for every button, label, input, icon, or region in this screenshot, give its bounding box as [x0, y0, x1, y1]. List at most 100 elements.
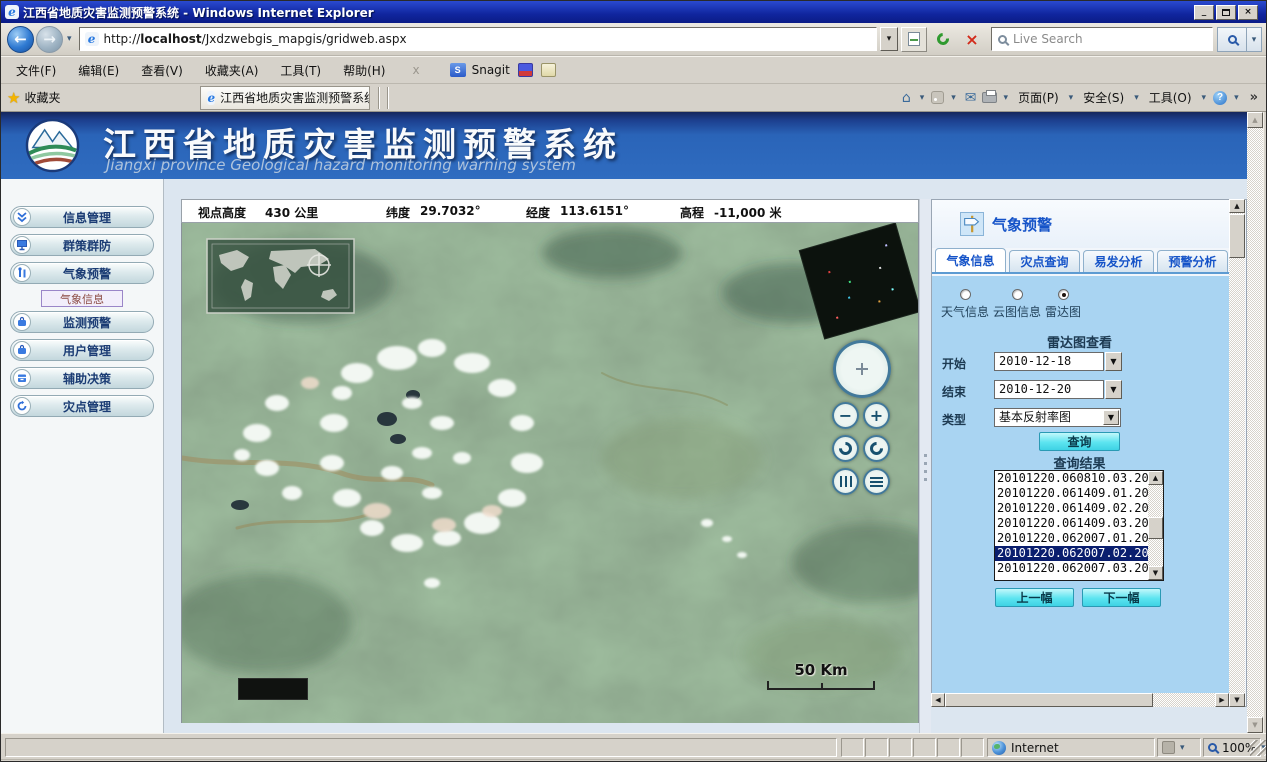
- maximize-button[interactable]: [1216, 5, 1236, 20]
- zoom-out-button[interactable]: −: [832, 402, 859, 429]
- radio-option-weather[interactable]: 天气信息: [939, 289, 991, 320]
- page-scrollbar[interactable]: ▲ ▼: [1247, 112, 1263, 733]
- pan-down-icon[interactable]: [855, 378, 869, 392]
- search-go-button[interactable]: [1217, 27, 1247, 52]
- compatibility-view-button[interactable]: [901, 27, 927, 52]
- sidebar-subitem-weather-info[interactable]: 气象信息: [41, 290, 123, 307]
- tools-menu-dropdown[interactable]: ▾: [1198, 93, 1211, 103]
- feeds-dropdown[interactable]: ▾: [947, 93, 960, 103]
- chevron-down-icon[interactable]: ▼: [1103, 410, 1119, 425]
- end-date-dropdown[interactable]: ▼: [1105, 380, 1122, 399]
- pan-control[interactable]: [833, 340, 891, 398]
- result-row[interactable]: 20101220.062007.01.20.: [995, 531, 1163, 546]
- list-scrollbar[interactable]: ▲ ▼: [1148, 471, 1163, 580]
- sidebar-item-group-prevention[interactable]: 群策群防: [10, 234, 154, 256]
- result-row[interactable]: 20101220.061409.02.20.: [995, 501, 1163, 516]
- scroll-right-icon[interactable]: ▶: [1215, 693, 1229, 707]
- snagit-editor-button[interactable]: [541, 63, 556, 77]
- sidebar-item-disaster-management[interactable]: 灾点管理: [10, 395, 154, 417]
- read-mail-button[interactable]: ✉: [963, 90, 979, 106]
- menu-file[interactable]: 文件(F): [5, 58, 67, 83]
- panel-horizontal-scrollbar[interactable]: ◀ ▶: [931, 693, 1229, 707]
- result-row[interactable]: 20101220.061409.03.20.: [995, 516, 1163, 531]
- rotate-ccw-button[interactable]: [832, 435, 859, 462]
- forward-button[interactable]: →: [36, 26, 63, 53]
- result-row[interactable]: 20101220.062007.03.20.: [995, 561, 1163, 576]
- help-button[interactable]: ?: [1213, 91, 1227, 105]
- start-date-input[interactable]: 2010-12-18: [994, 352, 1104, 371]
- menu-view[interactable]: 查看(V): [130, 58, 194, 83]
- radio-option-cloud[interactable]: 云图信息: [991, 289, 1043, 320]
- result-row[interactable]: 20101220.060810.03.20.: [995, 471, 1163, 486]
- pan-up-icon[interactable]: [855, 346, 869, 360]
- results-listbox[interactable]: 20101220.060810.03.20. 20101220.061409.0…: [994, 470, 1164, 581]
- address-input[interactable]: e http://localhost/Jxdzwebgis_mapgis/gri…: [79, 27, 877, 51]
- radio-option-radar[interactable]: 雷达图: [1037, 289, 1089, 320]
- close-button[interactable]: ×: [1238, 5, 1258, 20]
- start-date-dropdown[interactable]: ▼: [1105, 352, 1122, 371]
- zoom-in-button[interactable]: +: [863, 402, 890, 429]
- tab-current-page[interactable]: e 江西省地质灾害监测预警系统: [200, 86, 370, 110]
- address-dropdown[interactable]: ▾: [880, 27, 898, 51]
- toolbar-overflow-button[interactable]: »: [1246, 90, 1262, 105]
- favorites-button[interactable]: 收藏夹: [24, 89, 60, 106]
- pan-left-icon[interactable]: [839, 362, 853, 376]
- radio-icon[interactable]: [1012, 289, 1023, 300]
- result-row[interactable]: 20101220.062007.02.20.: [995, 546, 1163, 561]
- next-image-button[interactable]: 下一幅: [1082, 588, 1161, 607]
- print-button[interactable]: [982, 92, 997, 103]
- history-dropdown[interactable]: ▾: [63, 34, 76, 44]
- tab-warning-analysis[interactable]: 预警分析: [1157, 250, 1228, 272]
- map-panel-splitter[interactable]: [919, 199, 931, 733]
- map-canvas[interactable]: 50 Km − +: [181, 223, 919, 723]
- scroll-up-icon[interactable]: ▲: [1148, 471, 1163, 485]
- menu-tools[interactable]: 工具(T): [269, 58, 332, 83]
- menu-edit[interactable]: 编辑(E): [67, 58, 130, 83]
- sidebar-item-weather-warning[interactable]: 气象预警: [10, 262, 154, 284]
- tab-weather-info[interactable]: 气象信息: [935, 248, 1006, 272]
- tools-menu-button[interactable]: 工具(O): [1146, 89, 1195, 106]
- panel-vertical-scrollbar[interactable]: ▲ ▼: [1229, 199, 1245, 707]
- scroll-down-icon[interactable]: ▼: [1148, 566, 1163, 580]
- scroll-left-icon[interactable]: ◀: [931, 693, 945, 707]
- scroll-up-icon[interactable]: ▲: [1229, 199, 1245, 213]
- scroll-down-icon[interactable]: ▼: [1247, 717, 1263, 733]
- refresh-button[interactable]: [930, 27, 956, 52]
- stop-button[interactable]: ×: [959, 27, 985, 52]
- sidebar-item-monitoring-warning[interactable]: 监测预警: [10, 311, 154, 333]
- title-bar[interactable]: e 江西省地质灾害监测预警系统 - Windows Internet Explo…: [1, 1, 1267, 23]
- print-dropdown[interactable]: ▾: [1000, 93, 1013, 103]
- scroll-thumb[interactable]: [1148, 517, 1163, 539]
- home-dropdown[interactable]: ▾: [916, 93, 929, 103]
- protected-mode-cell[interactable]: ▾: [1157, 738, 1201, 757]
- rotate-cw-button[interactable]: [863, 435, 890, 462]
- pan-right-icon[interactable]: [871, 362, 885, 376]
- scroll-up-icon[interactable]: ▲: [1247, 112, 1263, 128]
- scroll-down-icon[interactable]: ▼: [1229, 693, 1245, 707]
- result-row[interactable]: 20101220.061409.01.20.: [995, 486, 1163, 501]
- scroll-thumb[interactable]: [1229, 214, 1245, 258]
- snagit-toolbar[interactable]: S Snagit: [450, 63, 510, 77]
- end-date-input[interactable]: 2010-12-20: [994, 380, 1104, 399]
- tab-susceptibility-analysis[interactable]: 易发分析: [1083, 250, 1154, 272]
- sidebar-item-info-management[interactable]: 信息管理: [10, 206, 154, 228]
- snagit-capture-button[interactable]: [518, 63, 533, 77]
- type-select[interactable]: 基本反射率图 ▼: [994, 408, 1121, 427]
- page-menu-button[interactable]: 页面(P): [1015, 89, 1062, 106]
- radio-icon[interactable]: [960, 289, 971, 300]
- tilt-button[interactable]: [832, 468, 859, 495]
- chevron-down-icon[interactable]: ▾: [1180, 743, 1185, 753]
- radio-icon[interactable]: [1058, 289, 1069, 300]
- scroll-thumb[interactable]: [945, 693, 1153, 707]
- minimize-button[interactable]: _: [1194, 5, 1214, 20]
- search-input[interactable]: Live Search: [991, 27, 1213, 51]
- sidebar-item-user-management[interactable]: 用户管理: [10, 339, 154, 361]
- search-options-dropdown[interactable]: ▾: [1247, 27, 1262, 52]
- layers-button[interactable]: [863, 468, 890, 495]
- back-button[interactable]: ←: [7, 26, 34, 53]
- menu-favorites[interactable]: 收藏夹(A): [194, 58, 270, 83]
- page-menu-dropdown[interactable]: ▾: [1065, 93, 1078, 103]
- safety-menu-button[interactable]: 安全(S): [1080, 89, 1127, 106]
- tab-disaster-query[interactable]: 灾点查询: [1009, 250, 1080, 272]
- help-dropdown[interactable]: ▾: [1230, 93, 1243, 103]
